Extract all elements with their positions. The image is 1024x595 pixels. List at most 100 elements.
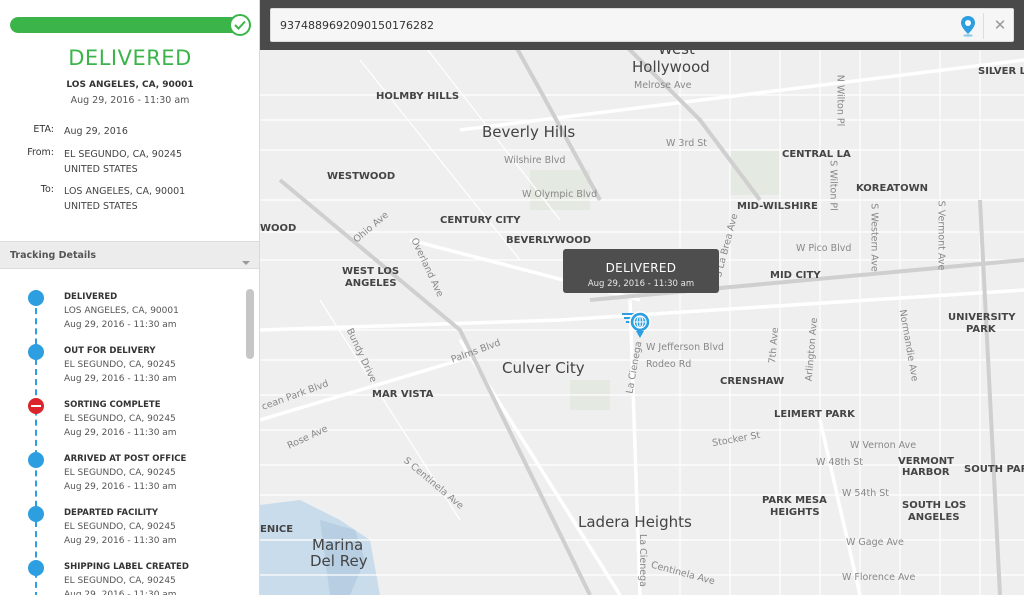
map-label: N Wilton Pl xyxy=(834,74,846,127)
map-label: SOUTH LOS xyxy=(902,500,967,511)
tracking-sidebar: DELIVERED LOS ANGELES, CA, 90001 Aug 29,… xyxy=(0,0,260,595)
map-label: CRENSHAW xyxy=(720,376,785,387)
delivery-progress xyxy=(10,14,251,36)
map-label: LEIMERT PARK xyxy=(774,409,855,420)
map-label: CENTURY CITY xyxy=(440,215,521,226)
map-label: S Western Ave xyxy=(868,203,880,272)
check-icon xyxy=(229,14,251,36)
from-line2: UNITED STATES xyxy=(64,164,138,175)
event-title: DELIVERED xyxy=(64,292,118,302)
map-view[interactable]: West Hollywood Melrose Ave SILVER L HOLM… xyxy=(260,0,1024,595)
search-divider xyxy=(983,13,984,39)
map-label: HOLMBY HILLS xyxy=(376,91,460,102)
map-label: W Vernon Ave xyxy=(850,440,917,451)
map-label: Wilshire Blvd xyxy=(504,155,566,166)
map-label: MID CITY xyxy=(770,270,821,281)
map-label: W Florence Ave xyxy=(842,572,916,583)
chevron-down-icon[interactable] xyxy=(242,251,250,270)
map-label: SILVER L xyxy=(978,66,1024,77)
tracking-app: West Hollywood Melrose Ave SILVER L HOLM… xyxy=(0,0,1024,595)
event-status-dot-icon xyxy=(28,398,44,414)
tracking-number-input[interactable] xyxy=(271,9,951,41)
timeline-event[interactable]: SHIPPING LABEL CREATED EL SEGUNDO, CA, 9… xyxy=(0,540,240,595)
timeline-event[interactable]: ARRIVED AT POST OFFICE EL SEGUNDO, CA, 9… xyxy=(0,432,240,492)
status-datetime: Aug 29, 2016 - 11:30 am xyxy=(70,95,190,106)
event-title: SHIPPING LABEL CREATED xyxy=(64,562,189,572)
progress-track xyxy=(10,17,242,33)
event-title: SORTING COMPLETE xyxy=(64,400,161,410)
map-label: Melrose Ave xyxy=(634,80,692,91)
map-label: WESTWOOD xyxy=(327,171,396,182)
from-line1: EL SEGUNDO, CA, 90245 xyxy=(64,149,182,160)
map-label: UNIVERSITY xyxy=(948,312,1016,323)
map-label: WEST LOS xyxy=(342,266,400,277)
location-pin-icon[interactable] xyxy=(959,15,977,37)
map-label: W Gage Ave xyxy=(846,537,904,548)
map-label: CENTRAL LA xyxy=(782,149,851,160)
progress-fill xyxy=(10,17,242,33)
map-label: BEVERLYWOOD xyxy=(506,235,592,246)
tracking-details-header[interactable]: Tracking Details xyxy=(0,241,259,270)
map-label: ANGELES xyxy=(345,278,397,289)
map-label: MAR VISTA xyxy=(372,389,434,400)
delivery-tooltip: DELIVERED Aug 29, 2016 - 11:30 am xyxy=(563,249,719,293)
map-label: W 54th St xyxy=(842,488,890,499)
map-label: SOUTH PAR xyxy=(964,464,1024,475)
delivery-marker-icon[interactable] xyxy=(620,310,656,342)
timeline-event[interactable]: OUT FOR DELIVERY EL SEGUNDO, CA, 90245 A… xyxy=(0,324,240,384)
map-label: Rodeo Rd xyxy=(646,359,692,370)
from-label: From: xyxy=(27,147,54,158)
map-label: MID-WILSHIRE xyxy=(737,201,818,212)
map-label: Hollywood xyxy=(632,58,710,76)
event-location: EL SEGUNDO, CA, 90245 xyxy=(64,414,176,424)
event-title: OUT FOR DELIVERY xyxy=(64,346,156,356)
timeline-scrollbar[interactable] xyxy=(246,289,254,359)
to-label: To: xyxy=(40,184,54,195)
event-status-dot-icon xyxy=(28,506,44,522)
event-title: DEPARTED FACILITY xyxy=(64,508,159,518)
event-status-dot-icon xyxy=(28,344,44,360)
map-label: S Vermont Ave xyxy=(935,200,947,271)
map-label: ENICE xyxy=(260,524,294,535)
map-label: La Cienega xyxy=(636,534,648,587)
event-location: EL SEGUNDO, CA, 90245 xyxy=(64,576,176,586)
map-label: Ladera Heights xyxy=(578,513,692,531)
status-location: LOS ANGELES, CA, 90001 xyxy=(66,80,194,90)
map-label: W 3rd St xyxy=(666,138,708,149)
map-label: Beverly Hills xyxy=(482,123,576,141)
map-label: W Pico Blvd xyxy=(796,243,852,254)
tracking-timeline: DELIVERED LOS ANGELES, CA, 90001 Aug 29,… xyxy=(0,270,259,595)
timeline-event[interactable]: DELIVERED LOS ANGELES, CA, 90001 Aug 29,… xyxy=(0,270,240,330)
clear-search-icon[interactable]: ✕ xyxy=(989,14,1011,36)
to-line2: UNITED STATES xyxy=(64,201,138,212)
event-title: ARRIVED AT POST OFFICE xyxy=(64,454,187,464)
status-title: DELIVERED xyxy=(68,46,192,70)
tooltip-title: DELIVERED xyxy=(605,261,677,275)
tracking-details-title: Tracking Details xyxy=(10,250,97,261)
map-label: W Jefferson Blvd xyxy=(646,342,724,353)
event-status-dot-icon xyxy=(28,290,44,306)
map-label: WOOD xyxy=(260,223,297,234)
event-location: EL SEGUNDO, CA, 90245 xyxy=(64,360,176,370)
to-line1: LOS ANGELES, CA, 90001 xyxy=(64,186,186,197)
tracking-search-box: ✕ xyxy=(270,8,1014,42)
map-label: Culver City xyxy=(502,359,585,377)
eta-label: ETA: xyxy=(33,124,54,135)
event-status-dot-icon xyxy=(28,452,44,468)
map-label: KOREATOWN xyxy=(856,183,929,194)
map-label: Del Rey xyxy=(310,552,368,570)
map-label: ANGELES xyxy=(908,512,960,523)
map-label: PARK MESA xyxy=(762,495,827,506)
map-label: S Wilton Pl xyxy=(827,160,839,211)
event-location: LOS ANGELES, CA, 90001 xyxy=(64,306,179,316)
map-label: W Olympic Blvd xyxy=(522,189,598,200)
map-label: W 48th St xyxy=(816,457,864,468)
event-location: EL SEGUNDO, CA, 90245 xyxy=(64,522,176,532)
map-label: VERMONT xyxy=(898,456,954,467)
map-label: PARK xyxy=(966,324,996,335)
event-datetime: Aug 29, 2016 - 11:30 am xyxy=(64,590,177,595)
eta-value: Aug 29, 2016 xyxy=(64,126,128,137)
event-location: EL SEGUNDO, CA, 90245 xyxy=(64,468,176,478)
timeline-event[interactable]: SORTING COMPLETE EL SEGUNDO, CA, 90245 A… xyxy=(0,378,240,438)
timeline-event[interactable]: DEPARTED FACILITY EL SEGUNDO, CA, 90245 … xyxy=(0,486,240,546)
